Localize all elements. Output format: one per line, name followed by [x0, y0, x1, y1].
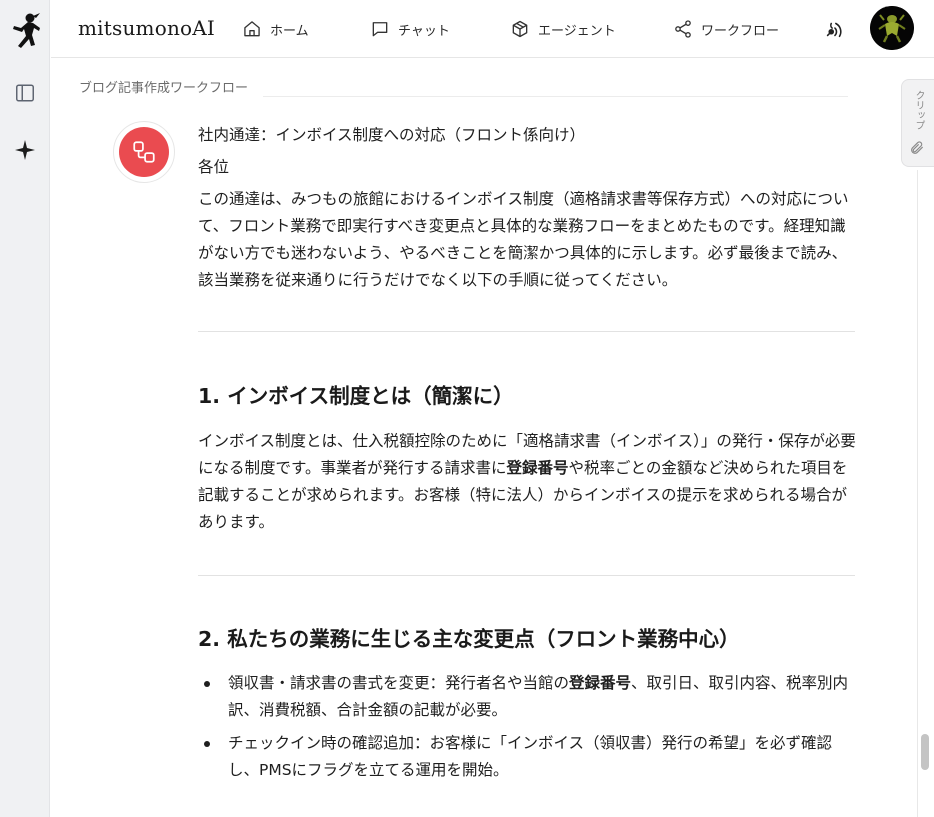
sidebar-toggle-icon[interactable]	[13, 81, 37, 105]
nav-home[interactable]: ホーム	[242, 16, 309, 42]
scrollbar-track	[917, 170, 918, 817]
nav-chat-label: チャット	[398, 23, 450, 39]
paperclip-icon	[911, 141, 923, 154]
breadcrumb-divider	[263, 96, 848, 97]
section1-body: インボイス制度とは、仕入税額控除のために「適格請求書（インボイス）」の発行・保存…	[198, 432, 856, 531]
nav-chat[interactable]: チャット	[370, 16, 450, 42]
section1-heading: 1. インボイス制度とは（簡潔に）	[198, 384, 514, 408]
registration-number-bold: 登録番号	[506, 459, 569, 477]
nav-workflow[interactable]: ワークフロー	[673, 16, 779, 42]
message-content: 社内通達：インボイス制度への対応（フロント係向け） 各位 この通達は、みつもの旅…	[198, 122, 858, 784]
brand-title[interactable]: mitsumonoAI	[78, 16, 215, 40]
sparkle-icon[interactable]	[13, 138, 37, 162]
list-item: チェックイン時の確認追加：お客様に「インボイス（領収書）発行の希望」を必ず確認し…	[198, 730, 858, 784]
bot-avatar	[113, 121, 175, 183]
section2-heading: 2. 私たちの業務に生じる主な変更点（フロント業務中心）	[198, 627, 740, 651]
change-list: 領収書・請求書の書式を変更：発行者名や当館の登録番号、取引日、取引内容、税率別内…	[198, 670, 858, 784]
section-divider	[198, 575, 855, 576]
nav-home-label: ホーム	[270, 23, 309, 39]
nav-agent[interactable]: エージェント	[510, 16, 616, 42]
share-nodes-icon	[675, 20, 691, 38]
nav-agent-label: エージェント	[538, 23, 616, 39]
scrollbar-thumb[interactable]	[921, 734, 929, 770]
broadcast-icon[interactable]	[823, 18, 845, 40]
message-subject: 社内通達：インボイス制度への対応（フロント係向け）	[198, 126, 586, 144]
message-greeting: 各位	[198, 158, 230, 176]
top-header: mitsumonoAI ホーム チャット エージェント ワークフロー	[51, 0, 934, 58]
ninja-logo-icon[interactable]	[9, 12, 41, 52]
clip-label: クリップ	[913, 90, 924, 130]
clip-panel-tab[interactable]: クリップ	[901, 79, 934, 167]
list-item: 領収書・請求書の書式を変更：発行者名や当館の登録番号、取引日、取引内容、税率別内…	[198, 670, 858, 724]
left-rail	[0, 0, 50, 817]
cube-icon	[512, 20, 528, 38]
workflow-nodes-icon	[133, 141, 155, 163]
chat-icon	[372, 22, 388, 37]
nav-workflow-label: ワークフロー	[701, 23, 780, 39]
breadcrumb[interactable]: ブログ記事作成ワークフロー	[79, 77, 248, 96]
home-icon	[244, 21, 260, 37]
section-divider	[198, 331, 855, 332]
user-avatar[interactable]	[870, 6, 914, 50]
message-intro: この通達は、みつもの旅館におけるインボイス制度（適格請求書等保存方式）への対応に…	[198, 190, 849, 289]
